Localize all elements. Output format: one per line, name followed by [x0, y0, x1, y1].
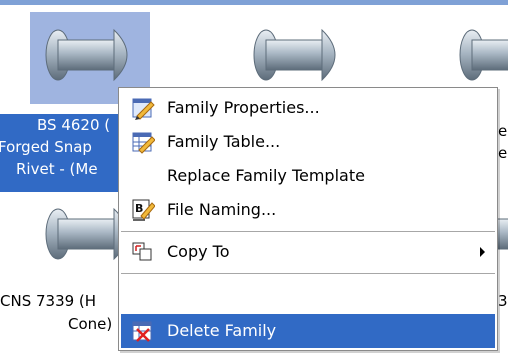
menu-item-file-naming[interactable]: B File Naming... [121, 193, 495, 227]
copy-to-icon [132, 242, 152, 261]
rivet-thumbnail-icon[interactable] [44, 26, 140, 84]
menu-item-label: Family Properties... [167, 98, 320, 117]
menu-item-label: Delete Family [167, 321, 277, 340]
delete-family-icon [132, 321, 152, 342]
menu-item-label: Replace Family Template [167, 166, 365, 185]
partial-caption: 3 [498, 292, 508, 310]
svg-text:B: B [135, 202, 143, 215]
menu-separator [121, 273, 495, 274]
item-caption-line[interactable]: Rivet - (Me [16, 158, 98, 180]
file-naming-icon: B [132, 199, 155, 221]
rivet-thumbnail-icon[interactable] [252, 26, 348, 84]
item-caption-line[interactable]: Forged Snap [0, 136, 92, 158]
rivet-thumbnail-icon[interactable] [458, 26, 508, 84]
menu-separator [121, 231, 495, 232]
menu-item-label: Family Table... [167, 132, 281, 151]
family-properties-icon [132, 98, 155, 120]
menu-item-family-table[interactable]: Family Table... [121, 125, 495, 159]
menu-item-copy-to[interactable]: Copy To [121, 235, 495, 269]
partial-caption: e [498, 122, 508, 140]
item-caption-line[interactable]: CNS 7339 (H [0, 290, 96, 312]
family-table-icon [132, 132, 155, 154]
menu-item-replace-family-template[interactable]: Replace Family Template [121, 159, 495, 193]
submenu-arrow-icon [480, 247, 485, 257]
menu-item-family-properties[interactable]: Family Properties... [121, 91, 495, 125]
item-caption-line[interactable]: Cone) [68, 313, 112, 335]
context-menu: Family Properties... Family Table... Rep… [118, 87, 498, 351]
menu-item-label: Copy To [167, 242, 230, 261]
menu-item-label: File Naming... [167, 200, 277, 219]
menu-item-delete-family[interactable]: Delete Family [121, 314, 495, 348]
partial-caption: e [498, 144, 508, 162]
item-caption-line[interactable]: BS 4620 ( [37, 114, 110, 136]
